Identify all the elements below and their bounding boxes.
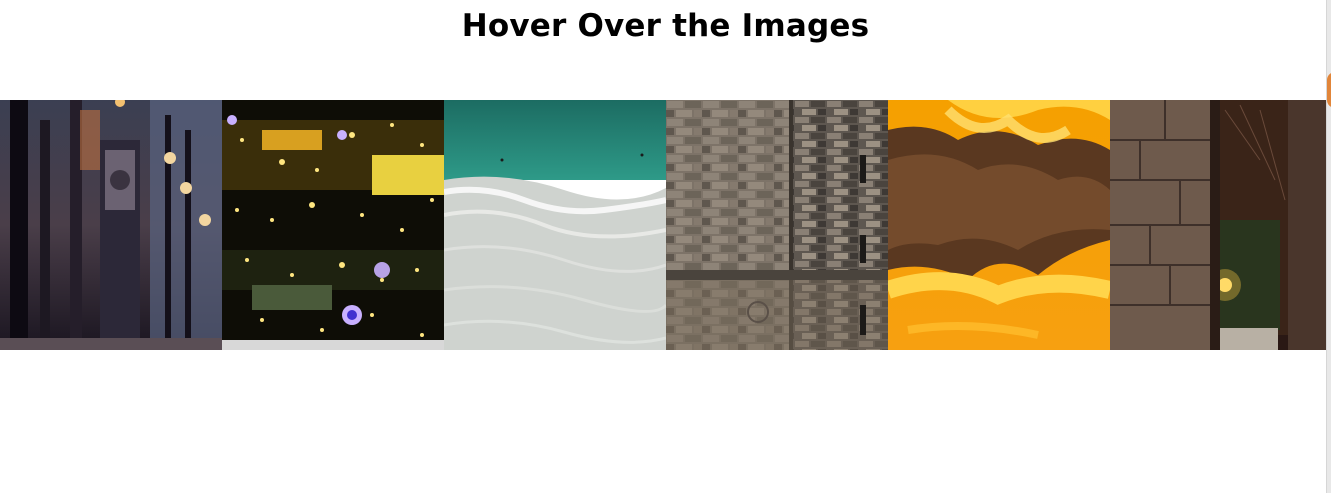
image-gallery <box>0 100 1331 350</box>
gallery-image-city-lights-aerial[interactable] <box>222 100 444 350</box>
gallery-image-stone-arch-gate[interactable] <box>1110 100 1331 350</box>
gallery-image-stone-tower-wall[interactable] <box>666 100 888 350</box>
vertical-scrollbar[interactable] <box>1326 0 1331 493</box>
page: Hover Over the Images <box>0 0 1331 493</box>
scrollbar-thumb[interactable] <box>1327 72 1331 108</box>
gallery-image-fiery-sunset-clouds[interactable] <box>888 100 1110 350</box>
gallery-image-sea-shore-waves[interactable] <box>444 100 666 350</box>
page-title: Hover Over the Images <box>461 8 870 44</box>
gallery-image-city-street-night[interactable] <box>0 100 222 350</box>
